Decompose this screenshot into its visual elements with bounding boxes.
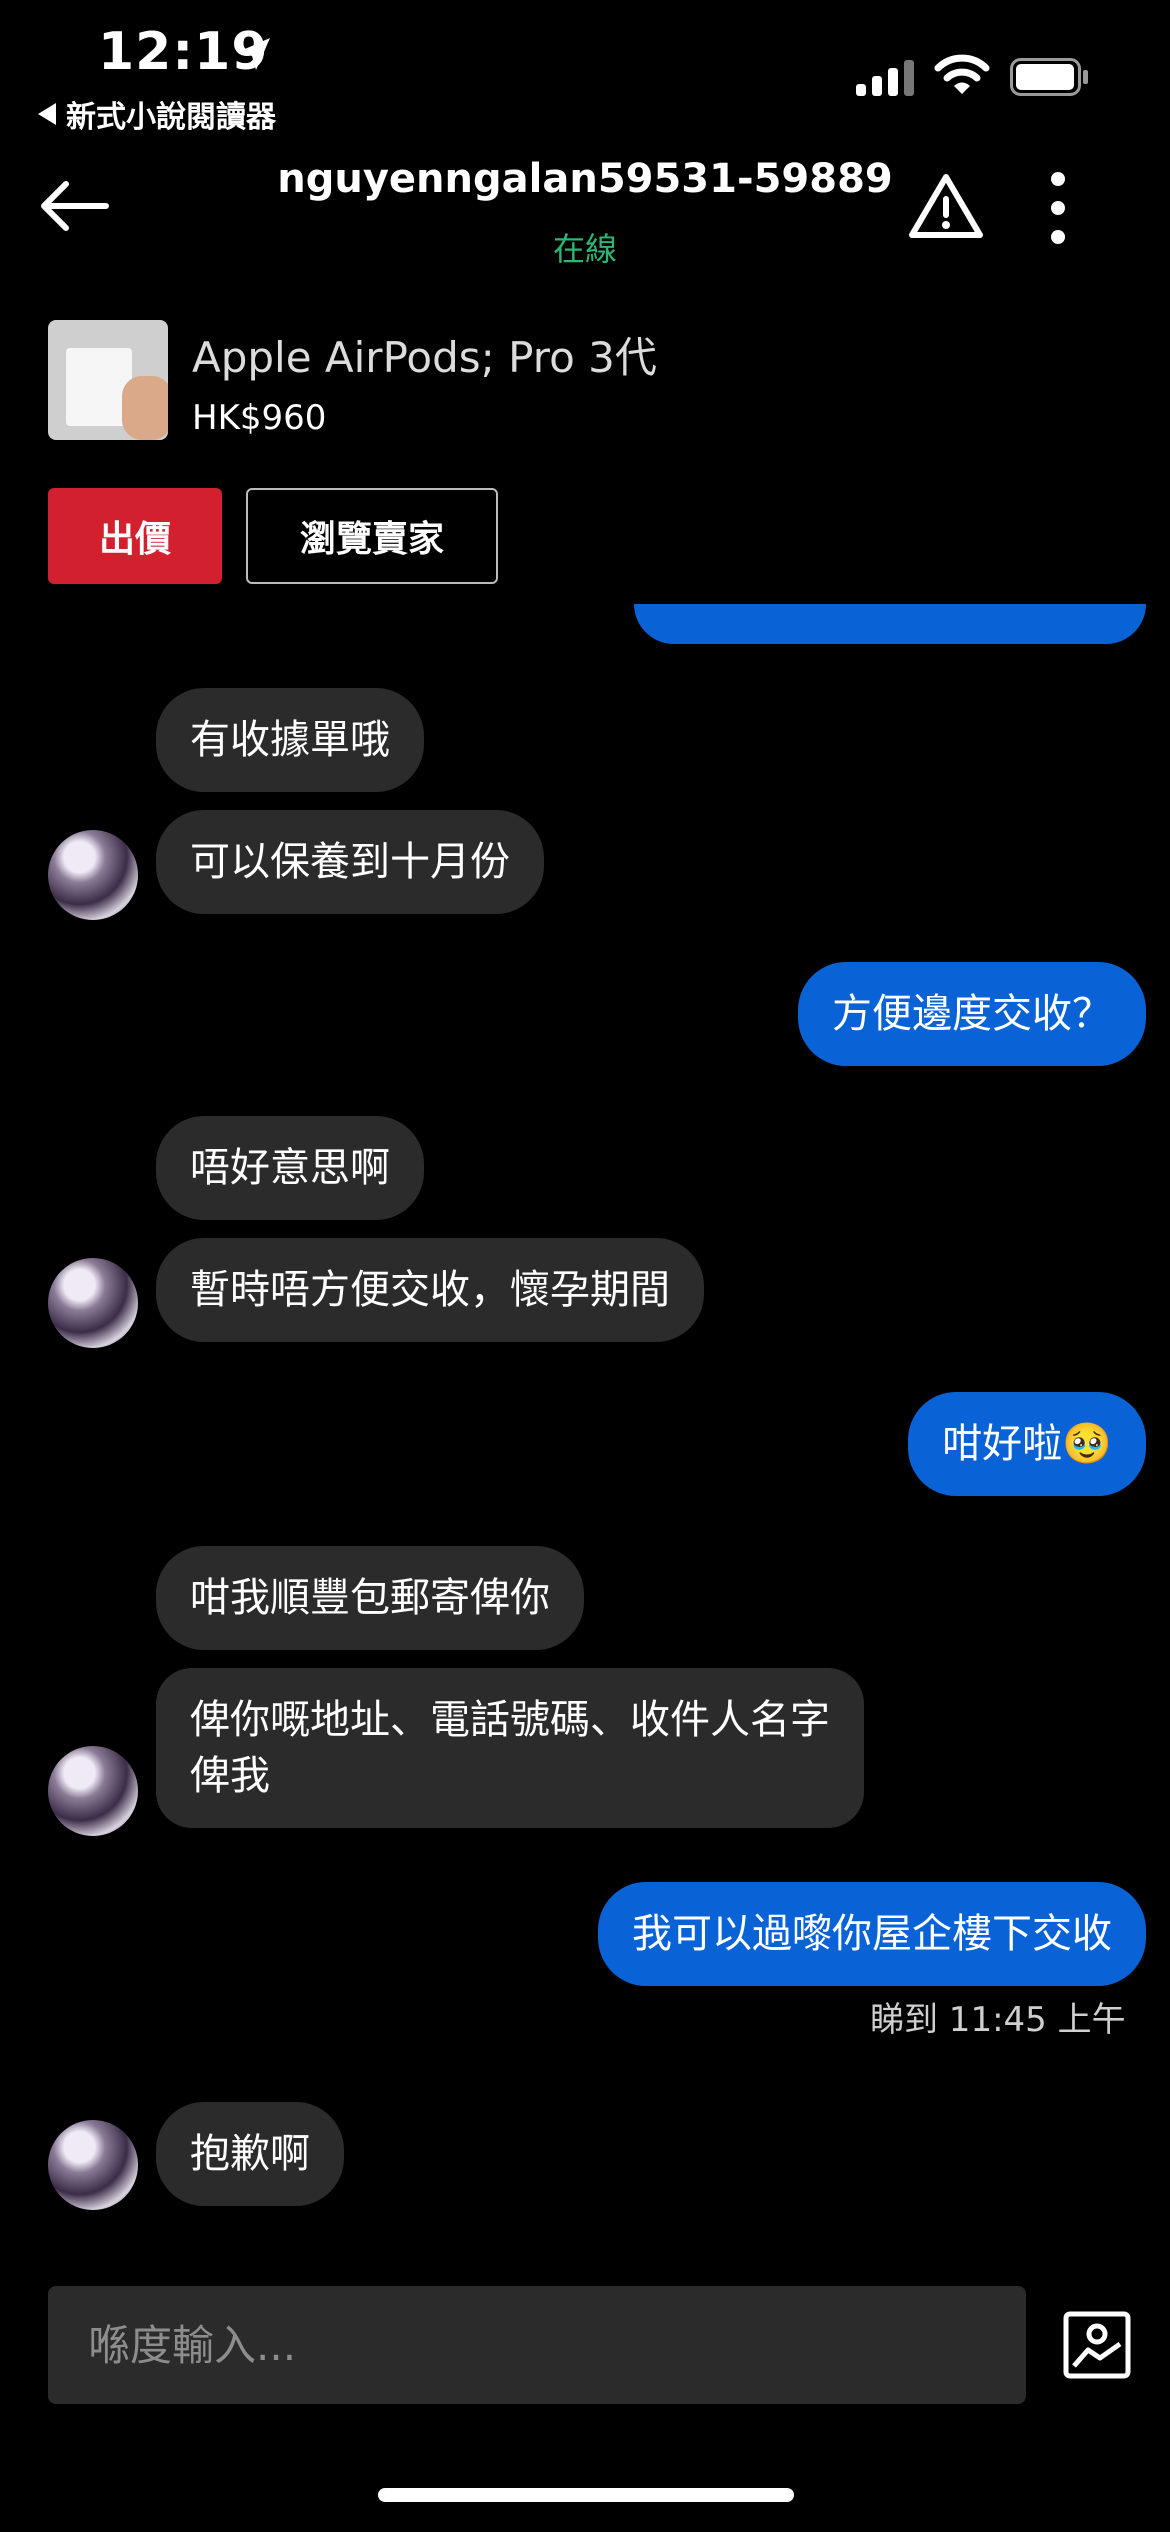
image-upload-icon[interactable] [1062,2310,1132,2380]
message-bubble-incoming: 暫時唔方便交收，懷孕期間 [156,1238,704,1342]
message-bubble-incoming: 抱歉啊 [156,2102,344,2206]
wifi-icon [934,54,990,94]
chat-title: nguyenngalan59531-59889 [277,156,893,202]
message-bubble-incoming: 有收據單哦 [156,688,424,792]
message-bubble-incoming: 俾你嘅地址、電話號碼、收件人名字 俾我 [156,1668,864,1828]
read-receipt: 睇到 11:45 上午 [870,2000,1126,2040]
product-thumbnail[interactable] [48,320,168,440]
online-status: 在線 [552,230,617,268]
message-input[interactable] [48,2286,1026,2404]
battery-icon [1010,58,1088,96]
message-bubble-outgoing: 方便邊度交收？ [798,962,1146,1066]
home-indicator[interactable] [378,2488,794,2502]
signal-icon [856,60,914,96]
message-bubble-incoming: 唔好意思啊 [156,1116,424,1220]
more-icon[interactable] [1044,172,1072,244]
message-bubble-incoming: 咁我順豐包郵寄俾你 [156,1546,584,1650]
seller-avatar[interactable] [48,2120,138,2210]
message-bubble-outgoing: 我可以過嚟你屋企樓下交收 [598,1882,1146,1986]
product-price: HK$960 [192,398,327,438]
offer-button[interactable]: 出價 [48,488,222,584]
seller-avatar[interactable] [48,1746,138,1836]
previous-message-bubble [634,604,1146,644]
browse-seller-button[interactable]: 瀏覽賣家 [246,488,498,584]
location-arrow-icon [238,38,270,70]
product-name[interactable]: Apple AirPods; Pro 3代 [192,324,657,385]
message-bubble-outgoing: 咁好啦🥹 [908,1392,1146,1496]
back-triangle-icon [38,103,56,125]
back-app-label: 新式小說閱讀器 [66,100,276,135]
warning-icon[interactable] [908,172,984,240]
message-bubble-incoming: 可以保養到十月份 [156,810,544,914]
back-to-app-link[interactable]: 新式小說閱讀器 [38,92,276,136]
seller-avatar[interactable] [48,830,138,920]
seller-avatar[interactable] [48,1258,138,1348]
